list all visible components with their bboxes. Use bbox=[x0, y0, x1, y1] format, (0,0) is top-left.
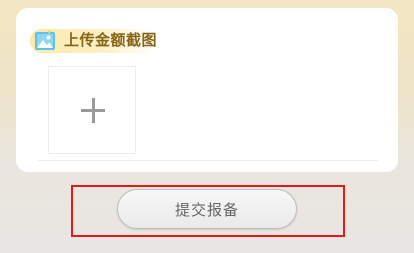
plus-icon-vertical bbox=[91, 98, 95, 123]
add-image-button[interactable] bbox=[48, 66, 136, 154]
submit-report-button[interactable]: 提交报备 bbox=[117, 189, 297, 229]
submit-button-label: 提交报备 bbox=[174, 200, 239, 219]
image-icon bbox=[35, 29, 55, 50]
section-title: 上传金额截图 bbox=[64, 31, 158, 49]
upload-card: 上传金额截图 bbox=[16, 8, 398, 172]
divider bbox=[38, 160, 378, 161]
